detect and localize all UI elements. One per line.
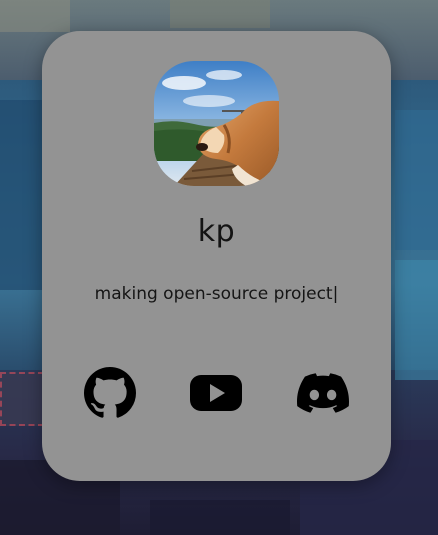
avatar [154,61,279,186]
discord-link[interactable] [296,366,350,420]
github-link[interactable] [83,366,137,420]
youtube-icon [190,375,242,411]
background-block [0,0,70,32]
youtube-link[interactable] [189,366,243,420]
background-block [0,372,44,426]
background-block [170,0,270,28]
social-links [42,361,391,421]
discord-icon [297,373,349,413]
background-block [0,100,45,290]
dog-photo-avatar [154,61,279,186]
background-block [395,110,438,250]
profile-card: kp making open-source project| [42,31,391,481]
profile-name: kp [197,214,236,249]
page-background: kp making open-source project| [0,0,438,535]
background-block [395,260,438,380]
background-block [150,500,290,535]
github-icon [84,367,136,418]
profile-tagline: making open-source project| [94,284,339,304]
